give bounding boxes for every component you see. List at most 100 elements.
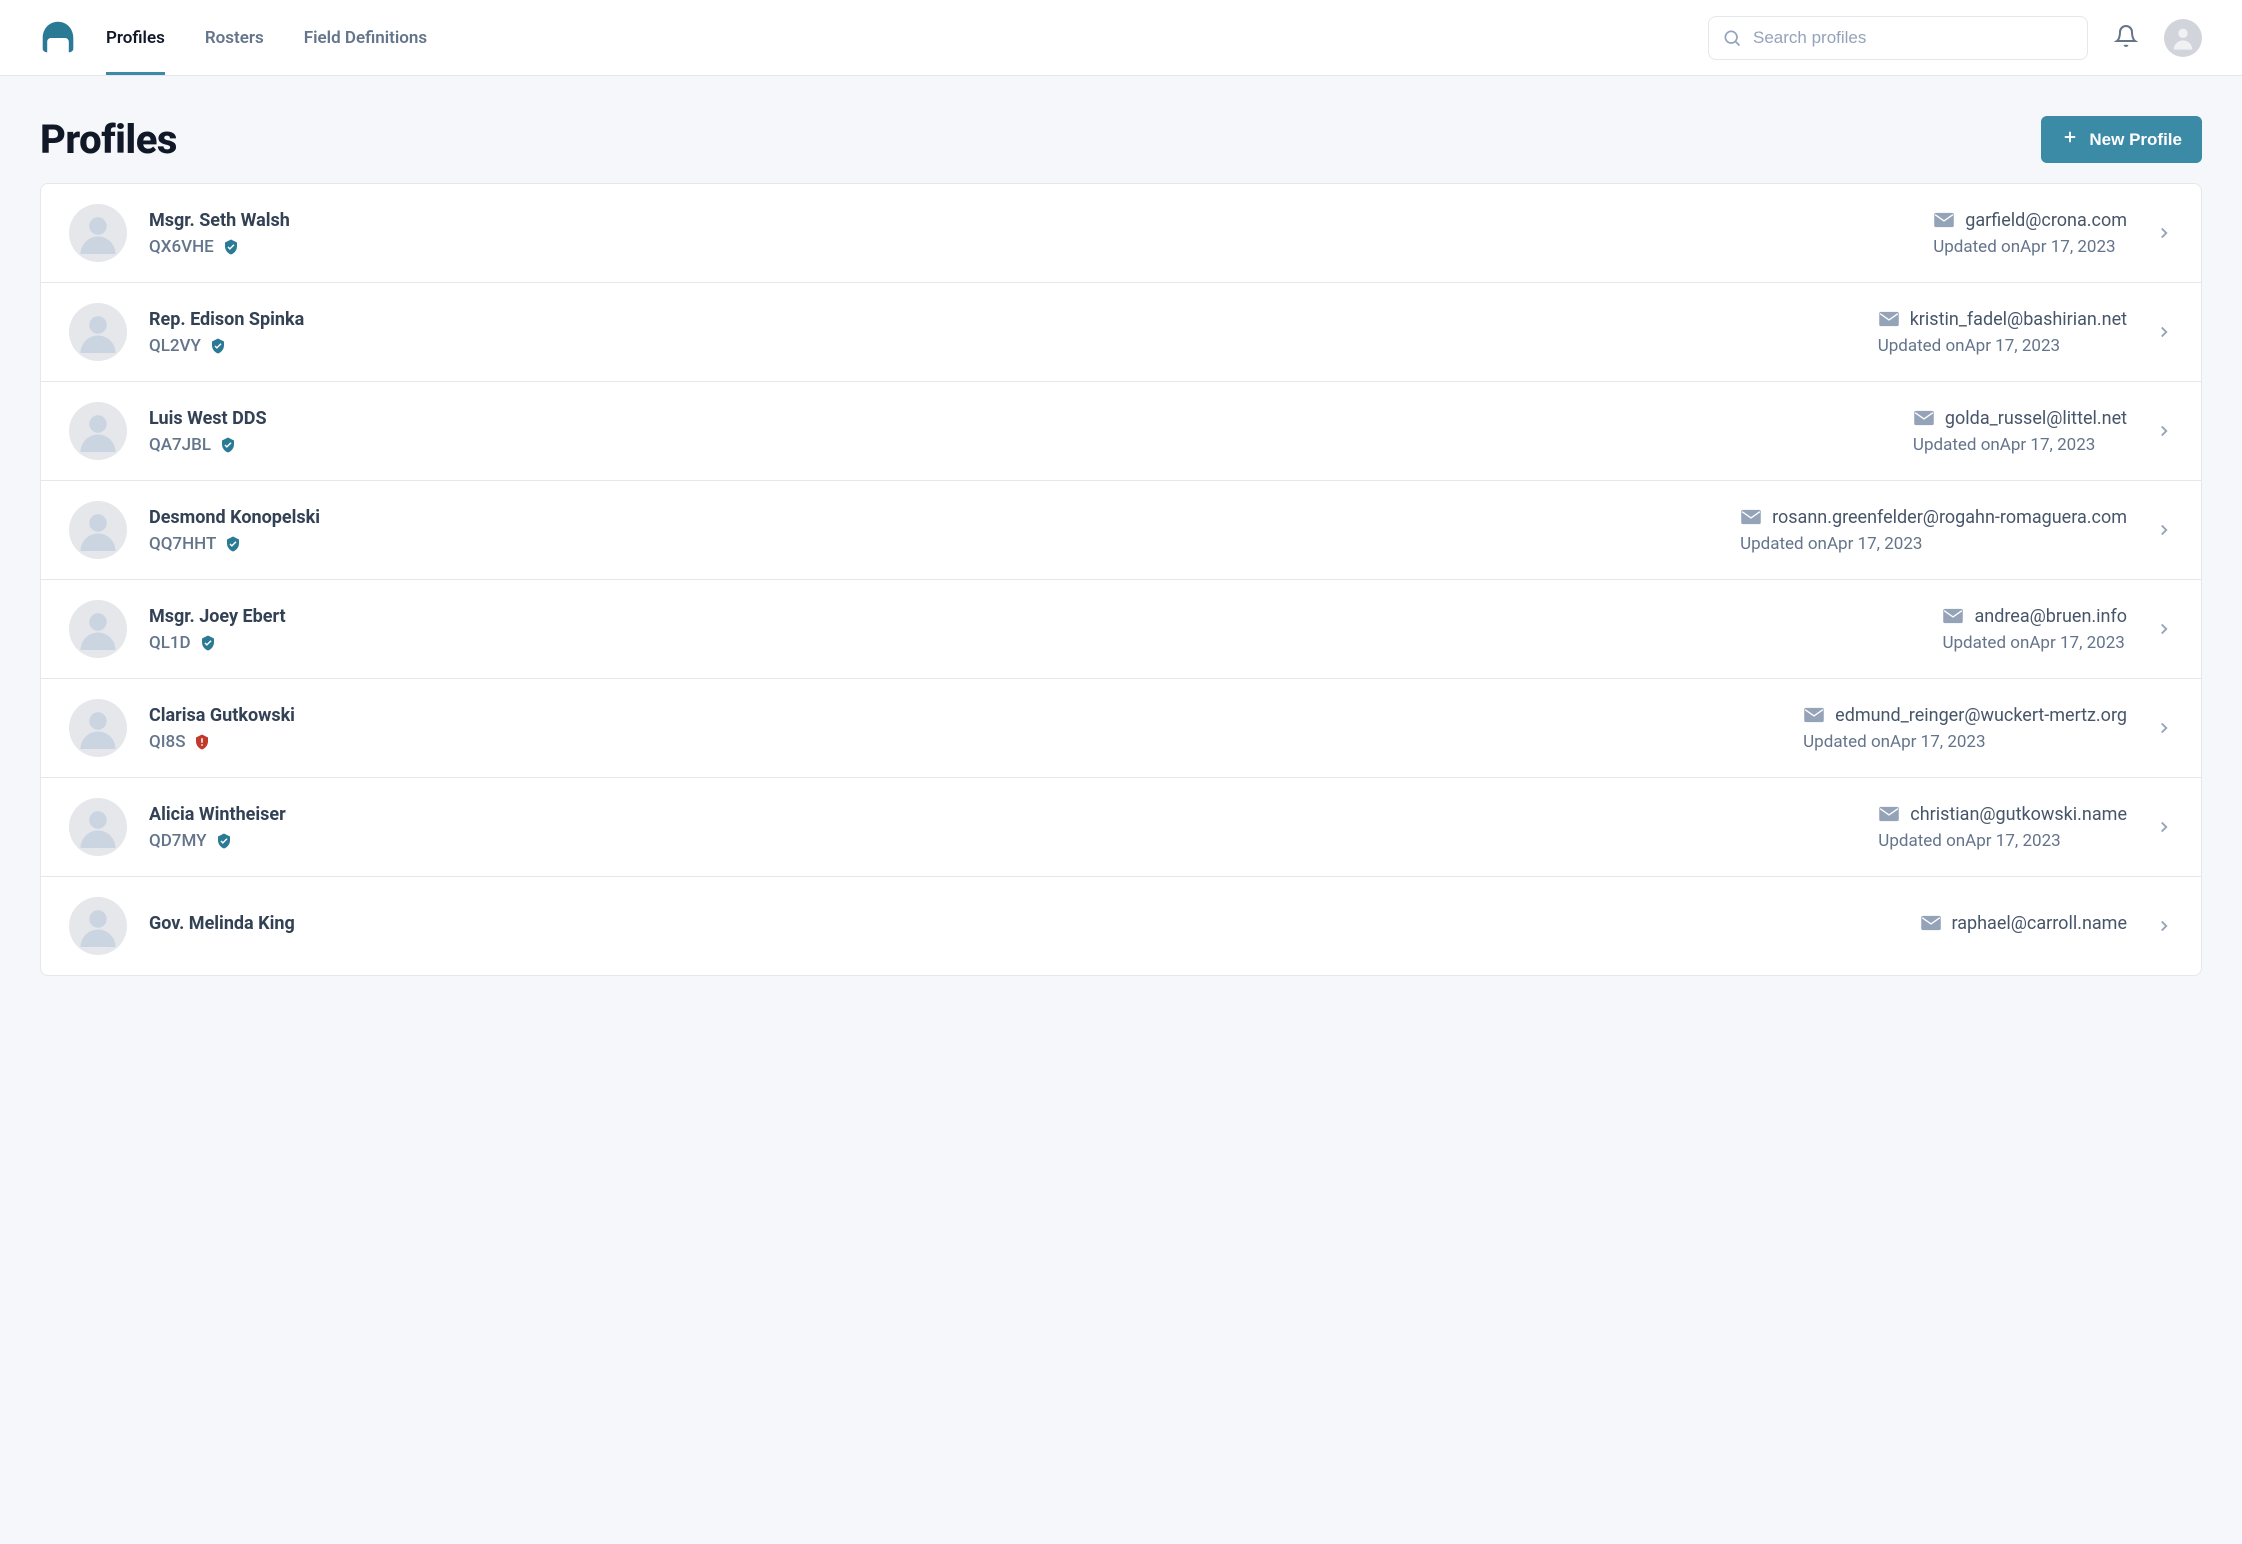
header-right — [1708, 16, 2202, 60]
mail-icon — [1933, 212, 1955, 228]
chevron-right-icon — [2155, 521, 2173, 539]
profile-info: rosann.greenfelder@rogahn-romaguera.com … — [1740, 507, 2127, 554]
profile-updated: Updated onApr 17, 2023 — [1933, 237, 2127, 257]
main-nav: Profiles Rosters Field Definitions — [106, 0, 427, 75]
app-logo[interactable] — [40, 20, 76, 56]
account-avatar[interactable] — [2164, 19, 2202, 57]
search-input[interactable] — [1708, 16, 2088, 60]
updated-prefix: Updated on — [1942, 633, 2029, 653]
profile-name: Desmond Konopelski — [149, 507, 1740, 528]
profile-right: raphael@carroll.name — [1920, 913, 2174, 940]
profile-name: Alicia Wintheiser — [149, 804, 1878, 825]
chevron-right-icon — [2155, 323, 2173, 341]
profile-row[interactable]: Rep. Edison Spinka QL2VY kristin_fadel@b… — [41, 283, 2201, 382]
mail-icon — [1913, 410, 1935, 426]
shield-check-icon — [222, 238, 240, 256]
profile-row[interactable]: Gov. Melinda King raphael@carroll.name — [41, 877, 2201, 975]
profile-left: Desmond Konopelski QQ7HHT — [149, 507, 1740, 554]
bell-icon — [2114, 24, 2138, 51]
updated-prefix: Updated on — [1913, 435, 2000, 455]
page-header: Profiles New Profile — [40, 116, 2202, 163]
profile-row[interactable]: Luis West DDS QA7JBL golda_russel@littel… — [41, 382, 2201, 481]
profile-name: Msgr. Joey Ebert — [149, 606, 1942, 627]
profile-updated: Updated onApr 17, 2023 — [1740, 534, 2127, 554]
shield-check-icon — [199, 634, 217, 652]
mail-icon — [1878, 806, 1900, 822]
profile-email: garfield@crona.com — [1965, 210, 2127, 231]
profile-name: Gov. Melinda King — [149, 913, 1920, 934]
shield-check-icon — [209, 337, 227, 355]
profile-left: Rep. Edison Spinka QL2VY — [149, 309, 1878, 356]
updated-prefix: Updated on — [1878, 336, 1965, 356]
profile-updated: Updated onApr 17, 2023 — [1878, 831, 2127, 851]
profile-email: rosann.greenfelder@rogahn-romaguera.com — [1772, 507, 2127, 528]
plus-icon — [2061, 128, 2079, 151]
profile-updated: Updated onApr 17, 2023 — [1803, 732, 2127, 752]
updated-date: Apr 17, 2023 — [1965, 336, 2061, 356]
profile-name: Clarisa Gutkowski — [149, 705, 1803, 726]
profile-row[interactable]: Msgr. Seth Walsh QX6VHE garfield@crona.c… — [41, 184, 2201, 283]
profile-left: Clarisa Gutkowski QI8S — [149, 705, 1803, 752]
profile-list: Msgr. Seth Walsh QX6VHE garfield@crona.c… — [40, 183, 2202, 976]
profile-updated: Updated onApr 17, 2023 — [1878, 336, 2127, 356]
header: Profiles Rosters Field Definitions — [0, 0, 2242, 76]
profile-email: golda_russel@littel.net — [1945, 408, 2127, 429]
profile-code-line: QI8S — [149, 732, 1803, 752]
chevron-right-icon — [2155, 818, 2173, 836]
profile-code: QQ7HHT — [149, 534, 216, 554]
profile-avatar — [69, 699, 127, 757]
profile-info: garfield@crona.com Updated onApr 17, 202… — [1933, 210, 2127, 257]
updated-prefix: Updated on — [1878, 831, 1965, 851]
page-title: Profiles — [40, 116, 177, 163]
mail-icon — [1740, 509, 1762, 525]
profile-name: Rep. Edison Spinka — [149, 309, 1878, 330]
profile-row[interactable]: Alicia Wintheiser QD7MY christian@gutkow… — [41, 778, 2201, 877]
profile-updated: Updated onApr 17, 2023 — [1942, 633, 2127, 653]
profile-avatar — [69, 204, 127, 262]
updated-prefix: Updated on — [1933, 237, 2020, 257]
profile-code: QL1D — [149, 633, 191, 653]
updated-date: Apr 17, 2023 — [1965, 831, 2061, 851]
profile-email-line: edmund_reinger@wuckert-mertz.org — [1803, 705, 2127, 726]
updated-date: Apr 17, 2023 — [2000, 435, 2096, 455]
profile-avatar — [69, 600, 127, 658]
profile-email: edmund_reinger@wuckert-mertz.org — [1835, 705, 2127, 726]
profile-row[interactable]: Clarisa Gutkowski QI8S edmund_reinger@wu… — [41, 679, 2201, 778]
profile-code-line: QL2VY — [149, 336, 1878, 356]
new-profile-button[interactable]: New Profile — [2041, 116, 2202, 163]
chevron-right-icon — [2155, 224, 2173, 242]
updated-prefix: Updated on — [1740, 534, 1827, 554]
profile-email-line: garfield@crona.com — [1933, 210, 2127, 231]
profile-name: Msgr. Seth Walsh — [149, 210, 1933, 231]
nav-profiles[interactable]: Profiles — [106, 0, 165, 75]
profile-info: andrea@bruen.info Updated onApr 17, 2023 — [1942, 606, 2127, 653]
updated-date: Apr 17, 2023 — [1827, 534, 1923, 554]
profile-code-line: QL1D — [149, 633, 1942, 653]
main-content: Profiles New Profile Msgr. Seth Walsh QX… — [0, 76, 2242, 976]
profile-info: golda_russel@littel.net Updated onApr 17… — [1913, 408, 2127, 455]
profile-row[interactable]: Desmond Konopelski QQ7HHT rosann.greenfe… — [41, 481, 2201, 580]
search-icon — [1722, 28, 1742, 48]
chevron-right-icon — [2155, 917, 2173, 935]
profile-left: Luis West DDS QA7JBL — [149, 408, 1913, 455]
chevron-right-icon — [2155, 719, 2173, 737]
mail-icon — [1803, 707, 1825, 723]
profile-code-line: QX6VHE — [149, 237, 1933, 257]
updated-date: Apr 17, 2023 — [1890, 732, 1986, 752]
profile-email-line: andrea@bruen.info — [1942, 606, 2127, 627]
nav-rosters[interactable]: Rosters — [205, 0, 264, 75]
profile-info: raphael@carroll.name — [1920, 913, 2128, 940]
profile-right: kristin_fadel@bashirian.net Updated onAp… — [1878, 309, 2173, 356]
profile-left: Gov. Melinda King — [149, 913, 1920, 940]
profile-right: andrea@bruen.info Updated onApr 17, 2023 — [1942, 606, 2173, 653]
profile-email: andrea@bruen.info — [1974, 606, 2127, 627]
profile-email: raphael@carroll.name — [1952, 913, 2128, 934]
notifications-button[interactable] — [2108, 20, 2144, 56]
profile-email-line: raphael@carroll.name — [1920, 913, 2128, 934]
profile-row[interactable]: Msgr. Joey Ebert QL1D andrea@bruen.info … — [41, 580, 2201, 679]
nav-field-definitions[interactable]: Field Definitions — [304, 0, 427, 75]
profile-info: edmund_reinger@wuckert-mertz.org Updated… — [1803, 705, 2127, 752]
profile-email-line: kristin_fadel@bashirian.net — [1878, 309, 2127, 330]
profile-left: Msgr. Seth Walsh QX6VHE — [149, 210, 1933, 257]
profile-name: Luis West DDS — [149, 408, 1913, 429]
